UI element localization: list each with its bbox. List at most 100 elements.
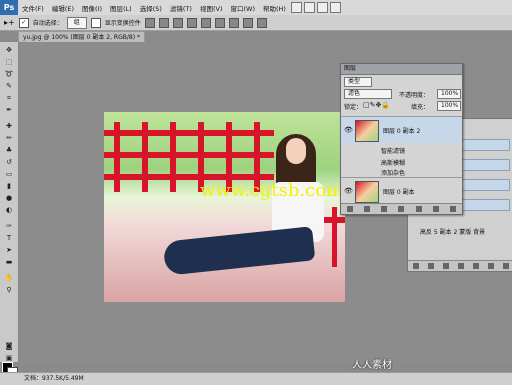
folder-icon[interactable] xyxy=(415,206,422,212)
link-icon[interactable] xyxy=(412,263,419,269)
gaussian-blur-item[interactable]: 高斯模糊 xyxy=(381,158,405,167)
new-layer-icon[interactable] xyxy=(487,263,494,269)
menu-window[interactable]: 窗口(W) xyxy=(226,3,259,13)
options-bar: ▸+ ✓ 自动选择： 组 显示变换控件 xyxy=(0,15,512,31)
eye-icon[interactable]: 👁 xyxy=(344,187,353,195)
opacity-input[interactable]: 100% xyxy=(437,89,461,99)
girl-jeans xyxy=(162,226,316,276)
menu-layer[interactable]: 图层(L) xyxy=(106,3,136,13)
fence-post xyxy=(332,207,337,267)
align-vcenter-icon[interactable] xyxy=(158,17,169,28)
quick-mask-icon[interactable]: ◙ xyxy=(4,342,14,351)
girl-face xyxy=(286,138,306,164)
layer-name[interactable]: 图层 0 副本 2 xyxy=(383,126,420,135)
secondary-panel-footer xyxy=(408,260,512,271)
fill-input[interactable]: 100% xyxy=(437,101,461,111)
auto-select-dropdown[interactable]: 组 xyxy=(66,16,87,29)
zoom-tool-icon[interactable]: ⚲ xyxy=(4,286,14,295)
lasso-tool-icon[interactable]: ➰ xyxy=(4,70,14,79)
folder-icon[interactable] xyxy=(472,263,479,269)
menu-edit[interactable]: 编辑(E) xyxy=(48,3,78,13)
lock-label: 锁定： xyxy=(344,104,363,111)
align-bottom-icon[interactable] xyxy=(172,17,183,28)
fx-icon[interactable] xyxy=(427,263,434,269)
crop-tool-icon[interactable]: ⌗ xyxy=(4,94,14,103)
layers-panel-title[interactable]: 图层 xyxy=(341,64,462,75)
minibridge-icon[interactable] xyxy=(303,2,315,13)
gradient-tool-icon[interactable]: ▮ xyxy=(4,182,14,191)
adjustment-icon[interactable] xyxy=(457,263,464,269)
trash-icon[interactable] xyxy=(502,263,509,269)
menu-select[interactable]: 选择(S) xyxy=(136,3,166,13)
stamp-tool-icon[interactable]: ♣ xyxy=(4,146,14,155)
canvas-photo[interactable]: www.cgtsb.com xyxy=(104,112,345,302)
layers-panel-footer xyxy=(341,203,462,214)
bridge-icon[interactable] xyxy=(290,2,302,13)
type-tool-icon[interactable]: T xyxy=(4,234,14,243)
photoshop-logo: Ps xyxy=(0,0,18,15)
secondary-panel-label: 高反 5 副本 2 蒙版 背景 xyxy=(420,229,486,236)
adjustment-icon[interactable] xyxy=(398,206,405,212)
trash-icon[interactable] xyxy=(450,206,457,212)
lock-icons[interactable]: ▢✎✥🔒 xyxy=(363,101,390,109)
watermark-text: www.cgtsb.com xyxy=(200,180,344,201)
layer-row[interactable]: 👁 图层 0 副本 xyxy=(341,177,462,204)
layers-panel: 图层 类型 滤色 不透明度： 100% 锁定： ▢✎✥🔒 填充： 100% 👁 … xyxy=(340,63,463,215)
smart-filter-item[interactable]: 智能滤镜 xyxy=(381,146,405,155)
auto-align-icon[interactable] xyxy=(256,17,267,28)
align-left-icon[interactable] xyxy=(186,17,197,28)
distribute-h-icon[interactable] xyxy=(242,17,253,28)
fence-post xyxy=(170,122,176,192)
show-transform-label: 显示变换控件 xyxy=(104,20,141,27)
align-top-icon[interactable] xyxy=(144,17,155,28)
fence-post xyxy=(114,122,120,192)
link-icon[interactable] xyxy=(346,206,353,212)
brush-tool-icon[interactable]: ✏ xyxy=(4,134,14,143)
eyedropper-tool-icon[interactable]: ✒ xyxy=(4,106,14,115)
hand-tool-icon[interactable]: ✋ xyxy=(4,274,14,283)
toolbox: ✥ ⬚ ➰ ✎ ⌗ ✒ ✚ ✏ ♣ ↺ ▭ ▮ ● ◐ ✑ T ➤ ▬ ✋ ⚲ … xyxy=(0,42,19,378)
add-noise-item[interactable]: 添加杂色 xyxy=(381,168,405,177)
dodge-tool-icon[interactable]: ◐ xyxy=(4,206,14,215)
move-tool-icon[interactable]: ▸+ xyxy=(4,18,15,27)
auto-select-checkbox[interactable]: ✓ xyxy=(18,17,29,28)
new-layer-icon[interactable] xyxy=(433,206,440,212)
fx-icon[interactable] xyxy=(363,206,370,212)
auto-select-label: 自动选择： xyxy=(32,20,63,27)
menu-help[interactable]: 帮助(H) xyxy=(259,3,290,13)
layer-row-selected[interactable]: 👁 图层 0 副本 2 xyxy=(341,116,462,143)
blur-tool-icon[interactable]: ● xyxy=(4,194,14,203)
healing-tool-icon[interactable]: ✚ xyxy=(4,122,14,131)
mask-icon[interactable] xyxy=(381,206,388,212)
fill-label: 填充： xyxy=(411,104,430,111)
path-select-tool-icon[interactable]: ➤ xyxy=(4,246,14,255)
doc-size-label: 文档：937.5K/5.49M xyxy=(24,375,84,382)
mask-icon[interactable] xyxy=(442,263,449,269)
align-hcenter-icon[interactable] xyxy=(200,17,211,28)
pen-tool-icon[interactable]: ✑ xyxy=(4,222,14,231)
layer-thumbnail xyxy=(355,181,379,203)
eye-icon[interactable]: 👁 xyxy=(344,126,353,134)
zoom-level-icon[interactable] xyxy=(316,2,328,13)
distribute-icon[interactable] xyxy=(228,17,239,28)
screen-mode-icon[interactable]: ▣ xyxy=(4,354,14,363)
menu-view[interactable]: 视图(V) xyxy=(196,3,227,13)
marquee-tool-icon[interactable]: ⬚ xyxy=(4,58,14,67)
fence-rail xyxy=(104,130,274,136)
arrange-icon[interactable] xyxy=(329,2,341,13)
menu-filter[interactable]: 滤镜(T) xyxy=(166,3,196,13)
layer-name[interactable]: 图层 0 副本 xyxy=(383,187,415,196)
align-right-icon[interactable] xyxy=(214,17,225,28)
filter-kind-dropdown[interactable]: 类型 xyxy=(344,77,372,87)
menu-image[interactable]: 图像(I) xyxy=(78,3,106,13)
status-bar: 文档：937.5K/5.49M xyxy=(0,372,512,385)
site-logo: 人人素材 xyxy=(352,360,392,371)
move-tool-icon[interactable]: ✥ xyxy=(4,46,14,55)
show-transform-checkbox[interactable] xyxy=(90,17,101,28)
quick-select-tool-icon[interactable]: ✎ xyxy=(4,82,14,91)
menu-file[interactable]: 文件(F) xyxy=(18,3,48,13)
eraser-tool-icon[interactable]: ▭ xyxy=(4,170,14,179)
history-brush-icon[interactable]: ↺ xyxy=(4,158,14,167)
shape-tool-icon[interactable]: ▬ xyxy=(4,258,14,267)
blend-mode-dropdown[interactable]: 滤色 xyxy=(344,89,392,99)
